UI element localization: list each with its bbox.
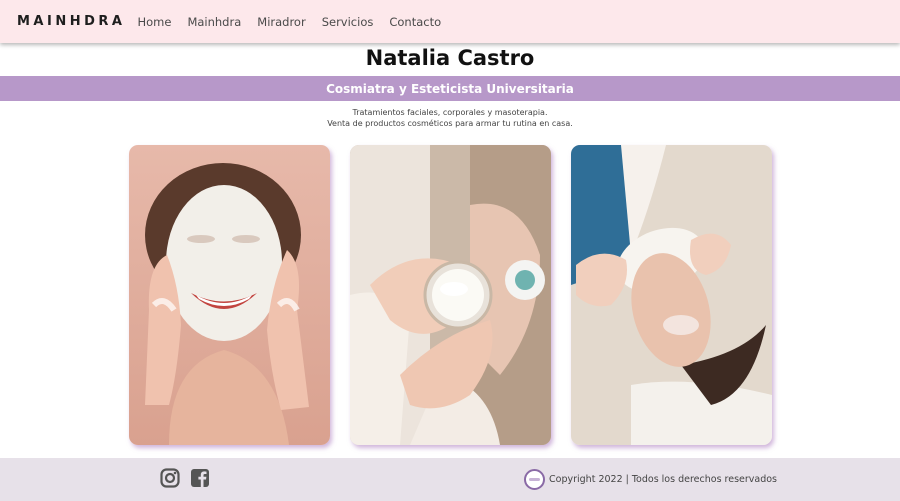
cream-jar-photo [350,145,551,445]
brand-logo[interactable]: MAINHDRA [17,14,125,29]
copyright-text: Copyright 2022 | Todos los derechos rese… [549,474,778,485]
nav-link-miradror[interactable]: Miradror [257,15,305,29]
nav-link-mainhdra[interactable]: Mainhdra [187,15,241,29]
instagram-icon[interactable] [160,468,180,488]
page-title: Natalia Castro [365,46,535,70]
face-mask-photo [129,145,330,445]
subtitle: Cosmiatra y Esteticista Universitaria [326,81,574,96]
description-line: Venta de productos cosméticos para armar… [327,119,573,128]
description: Tratamientos faciales, corporales y maso… [0,107,900,129]
description-line: Tratamientos faciales, corporales y maso… [352,108,548,117]
gallery-card-facial-treatment[interactable] [571,145,772,445]
subtitle-band: Cosmiatra y Esteticista Universitaria [0,76,900,101]
gallery-card-face-mask[interactable] [129,145,330,445]
gallery-card-cream-jar[interactable] [350,145,551,445]
facebook-icon[interactable] [191,468,209,488]
navbar: MAINHDRA Home Mainhdra Miradror Servicio… [0,0,900,43]
facial-treatment-photo [571,145,772,445]
nav-link-contacto[interactable]: Contacto [389,15,441,29]
brand-seal-icon [524,469,545,490]
nav-link-servicios[interactable]: Servicios [322,15,374,29]
nav-link-home[interactable]: Home [137,15,171,29]
